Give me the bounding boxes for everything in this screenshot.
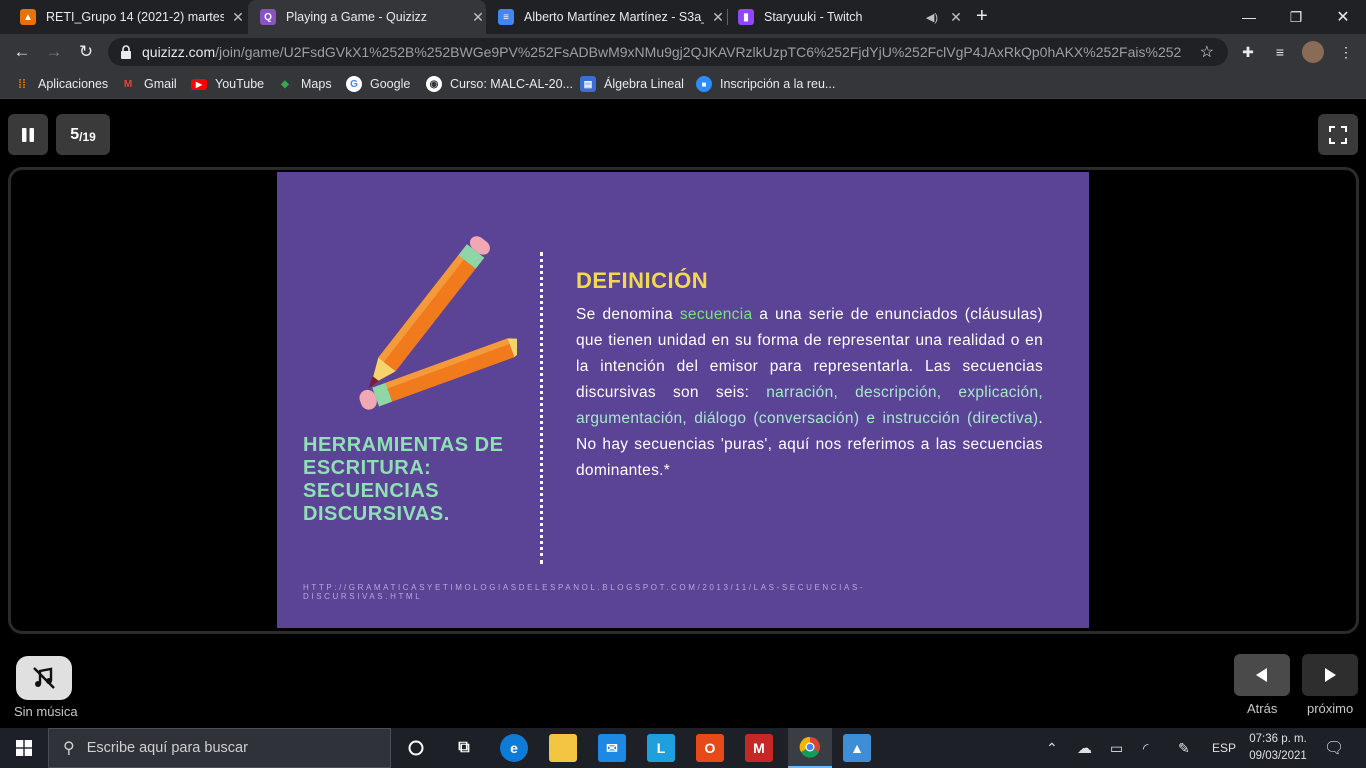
next-button[interactable] xyxy=(1302,654,1358,696)
question-total: /19 xyxy=(79,129,96,144)
question-counter: 5/19 xyxy=(56,114,110,155)
definition-title: DEFINICIÓN xyxy=(576,268,709,293)
clock[interactable]: 07:36 p. m. 09/03/2021 xyxy=(1246,731,1310,765)
url-text: quizizz.com/join/game/U2FsdGVkX1%252B%25… xyxy=(142,44,1182,60)
forward-arrow-icon[interactable]: → xyxy=(42,40,66,64)
menu-kebab-icon[interactable]: ⋮ xyxy=(1336,42,1356,62)
tab-reti[interactable]: ▲ RETI_Grupo 14 (2021-2) martes y ✕ xyxy=(8,0,246,34)
bookmark-star-icon[interactable]: ☆ xyxy=(1200,42,1214,62)
url-host: quizizz.com xyxy=(142,44,216,60)
gmail-icon: M xyxy=(123,78,133,90)
close-window-button[interactable]: ✕ xyxy=(1320,0,1366,34)
new-tab-button[interactable]: + xyxy=(976,5,988,28)
windows-taskbar: ⚲ Escribe aquí para buscar ⧉ e ✉ L O M ▲… xyxy=(0,728,1366,768)
twitch-icon: ▮ xyxy=(738,9,754,25)
browser-tab-strip: ▲ RETI_Grupo 14 (2021-2) martes y ✕ Q Pl… xyxy=(0,0,1366,34)
profile-avatar[interactable] xyxy=(1302,41,1324,63)
zoom-icon: ■ xyxy=(696,76,712,92)
battery-icon[interactable]: ▭ xyxy=(1110,728,1123,768)
language-indicator[interactable]: ESP xyxy=(1212,728,1236,768)
pause-button[interactable] xyxy=(8,114,48,155)
mail-icon[interactable]: ✉ xyxy=(598,734,626,762)
restore-button[interactable]: ❐ xyxy=(1273,0,1319,34)
fullscreen-icon xyxy=(1329,125,1347,144)
media-control-icon[interactable]: ≡ xyxy=(1270,42,1290,62)
clock-date: 09/03/2021 xyxy=(1249,750,1307,762)
music-off-icon xyxy=(33,667,55,689)
lexicon-app-icon[interactable]: L xyxy=(647,734,675,762)
google-icon: G xyxy=(346,76,362,92)
apps-grid-icon: ⁞⁞ xyxy=(18,77,26,91)
mcafee-icon[interactable]: M xyxy=(745,734,773,762)
bookmark-algebra[interactable]: ▤ Álgebra Lineal xyxy=(580,70,684,98)
cortana-icon[interactable] xyxy=(402,734,430,762)
tab-twitch[interactable]: ▮ Staryuuki - Twitch ◀) ✕ xyxy=(728,0,964,34)
source-url: HTTP://GRAMATICASYETIMOLOGIASDELESPANOL.… xyxy=(303,583,866,601)
audio-playing-icon[interactable]: ◀) xyxy=(926,11,938,24)
bookmark-aplicaciones[interactable]: ⁞⁞ Aplicaciones xyxy=(14,70,108,98)
docs-icon: ≡ xyxy=(498,9,514,25)
address-bar[interactable]: quizizz.com/join/game/U2FsdGVkX1%252B%25… xyxy=(108,38,1228,66)
maps-icon: ◆ xyxy=(281,78,289,90)
search-icon: ⚲ xyxy=(63,740,75,757)
globe-icon: ◉ xyxy=(426,76,442,92)
extensions-icon[interactable]: ✚ xyxy=(1238,42,1258,62)
highlight-secuencia: secuencia xyxy=(679,306,753,323)
bookmark-zoom[interactable]: ■ Inscripción a la reu... xyxy=(696,70,835,98)
close-tab-icon[interactable]: ✕ xyxy=(470,9,486,26)
clock-time: 07:36 p. m. xyxy=(1249,733,1307,745)
tab-docs[interactable]: ≡ Alberto Martínez Martínez - S3a_ ✕ xyxy=(488,0,726,34)
close-tab-icon[interactable]: ✕ xyxy=(230,9,246,26)
back-arrow-icon[interactable]: ← xyxy=(10,40,34,64)
bookmark-maps[interactable]: ◆ Maps xyxy=(277,70,331,98)
fullscreen-button[interactable] xyxy=(1318,114,1358,155)
bookmark-curso[interactable]: ◉ Curso: MALC-AL-20... xyxy=(426,70,573,98)
pen-icon[interactable]: ✎ xyxy=(1178,728,1190,768)
close-tab-icon[interactable]: ✕ xyxy=(948,9,964,26)
browser-toolbar: ← → ↻ quizizz.com/join/game/U2FsdGVkX1%2… xyxy=(0,34,1366,70)
office-icon[interactable]: O xyxy=(696,734,724,762)
bookmark-gmail[interactable]: M Gmail xyxy=(120,70,177,98)
windows-start-icon[interactable] xyxy=(10,734,38,762)
file-explorer-icon[interactable] xyxy=(549,734,577,762)
previous-button[interactable] xyxy=(1234,654,1290,696)
youtube-icon: ▶ xyxy=(191,78,207,90)
tab-quizizz[interactable]: Q Playing a Game - Quizizz ✕ xyxy=(248,0,486,34)
tray-expand-icon[interactable]: ⌃ xyxy=(1046,728,1058,768)
lock-icon xyxy=(121,45,131,59)
chrome-taskbar-icon[interactable] xyxy=(788,728,832,768)
task-view-icon[interactable]: ⧉ xyxy=(450,734,478,762)
notifications-icon[interactable]: 🗨 xyxy=(1324,728,1344,768)
close-tab-icon[interactable]: ✕ xyxy=(710,9,726,26)
wifi-icon[interactable]: ◜ xyxy=(1143,728,1148,768)
next-label: próximo xyxy=(1307,701,1354,716)
taskbar-search-box[interactable]: ⚲ Escribe aquí para buscar xyxy=(48,728,391,768)
quizizz-icon: Q xyxy=(260,9,276,25)
arrow-left-icon xyxy=(1256,668,1267,682)
classroom-icon: ▲ xyxy=(20,9,36,25)
question-current: 5 xyxy=(70,125,80,143)
edge-icon[interactable]: e xyxy=(500,734,528,762)
onedrive-icon[interactable]: ☁ xyxy=(1077,728,1092,768)
arrow-right-icon xyxy=(1325,668,1336,682)
question-slide: HERRAMIENTAS DE ESCRITURA: SECUENCIAS DI… xyxy=(277,172,1089,628)
pause-icon xyxy=(22,127,34,142)
pencils-illustration xyxy=(359,236,517,410)
bookmark-google[interactable]: G Google xyxy=(346,70,410,98)
bookmarks-bar: ⁞⁞ Aplicaciones M Gmail ▶ YouTube ◆ Maps… xyxy=(0,70,1366,99)
slide-left-title: HERRAMIENTAS DE ESCRITURA: SECUENCIAS DI… xyxy=(303,434,504,525)
reload-icon[interactable]: ↻ xyxy=(74,40,98,64)
bookmark-youtube[interactable]: ▶ YouTube xyxy=(191,70,264,98)
music-toggle-button[interactable] xyxy=(16,656,72,700)
photos-icon[interactable]: ▲ xyxy=(843,734,871,762)
calendar-icon: ▤ xyxy=(580,76,596,92)
minimize-button[interactable]: — xyxy=(1226,0,1272,34)
url-path: /join/game/U2FsdGVkX1%252B%252BWGe9PV%25… xyxy=(215,44,1182,60)
definition-text: Se denomina secuencia a una serie de enu… xyxy=(576,306,1043,479)
back-label: Atrás xyxy=(1247,701,1278,716)
dotted-divider xyxy=(540,252,543,564)
music-label: Sin música xyxy=(14,704,78,719)
